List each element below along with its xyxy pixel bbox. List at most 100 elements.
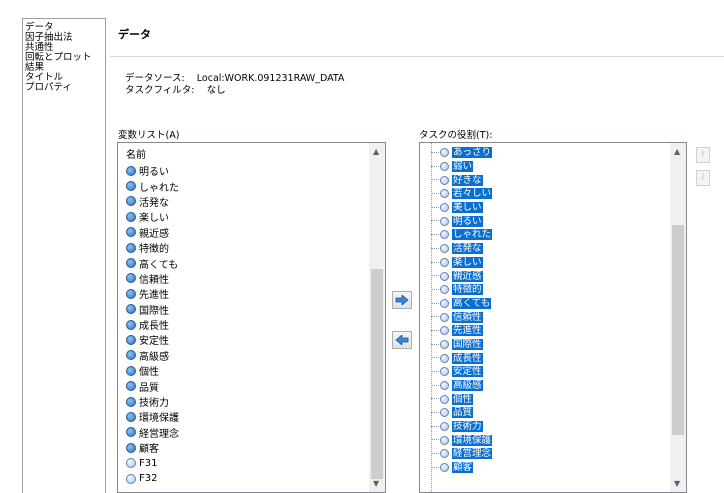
variable-item[interactable]: 活発な bbox=[118, 194, 385, 209]
variable-item[interactable]: 信頼性 bbox=[118, 271, 385, 286]
task-role-item[interactable]: 安定性 bbox=[420, 365, 686, 379]
task-role-item[interactable]: 明るい bbox=[420, 214, 686, 228]
task-roles-scroll-thumb[interactable] bbox=[672, 225, 684, 435]
scroll-down-icon[interactable]: ▼ bbox=[373, 479, 379, 488]
task-role-item[interactable]: 信頼性 bbox=[420, 310, 686, 324]
variable-item[interactable]: 明るい bbox=[118, 163, 385, 178]
task-role-name: 技術力 bbox=[452, 421, 483, 433]
task-role-item[interactable]: 若々しい bbox=[420, 187, 686, 201]
task-role-item[interactable]: 特徴的 bbox=[420, 283, 686, 297]
variable-name: F31 bbox=[139, 457, 158, 469]
task-role-name: 若々しい bbox=[452, 188, 493, 200]
task-filter-value: なし bbox=[206, 85, 226, 96]
character-variable-icon bbox=[126, 334, 136, 345]
task-role-item[interactable]: 成長性 bbox=[420, 351, 686, 365]
scroll-up-icon[interactable]: ▲ bbox=[674, 147, 680, 156]
task-role-item[interactable]: 経営理念 bbox=[420, 447, 686, 461]
task-role-name: 成長性 bbox=[452, 352, 483, 364]
variable-item[interactable]: 楽しい bbox=[118, 209, 385, 224]
task-roles-tree[interactable]: あっさり 弱い 好きな 若々しい 美しい 明るいしゃれた 活発な 楽しい 親近感 特徴的 高くても信… bbox=[419, 142, 687, 493]
variable-item[interactable]: 特徴的 bbox=[118, 240, 385, 255]
tree-branch bbox=[431, 261, 439, 263]
task-role-item[interactable]: 技術力 bbox=[420, 420, 686, 434]
variable-item[interactable]: 高級感 bbox=[118, 348, 385, 363]
task-role-item[interactable]: 楽しい bbox=[420, 256, 686, 270]
task-role-item[interactable]: しゃれた bbox=[420, 228, 686, 242]
task-role-item[interactable]: 親近感 bbox=[420, 269, 686, 283]
character-variable-icon bbox=[126, 319, 136, 330]
scroll-down-icon[interactable]: ▼ bbox=[674, 479, 680, 488]
variable-item[interactable]: 成長性 bbox=[118, 317, 385, 332]
variable-item[interactable]: 高くても bbox=[118, 255, 385, 271]
variable-icon bbox=[440, 353, 449, 363]
variable-item[interactable]: 親近感 bbox=[118, 225, 385, 240]
variable-icon bbox=[440, 175, 449, 185]
variable-item[interactable]: 個性 bbox=[118, 363, 385, 378]
task-role-name: 経営理念 bbox=[452, 448, 493, 460]
task-role-name: 高くても bbox=[452, 297, 492, 309]
variable-item[interactable]: 技術力 bbox=[118, 394, 385, 409]
move-down-button[interactable]: ⇩ bbox=[696, 170, 710, 186]
scroll-up-icon[interactable]: ▲ bbox=[373, 147, 379, 156]
variable-name: 個性 bbox=[139, 367, 159, 379]
task-role-item[interactable]: 活発な bbox=[420, 242, 686, 256]
task-role-item[interactable]: 国際性 bbox=[420, 338, 686, 352]
task-roles-scrollbar[interactable]: ▲ ▼ bbox=[670, 143, 686, 492]
variable-item[interactable]: しゃれた bbox=[118, 178, 385, 194]
left-arrow-icon bbox=[395, 335, 409, 345]
task-role-item[interactable]: 好きな bbox=[420, 173, 686, 187]
task-role-item[interactable]: 個性 bbox=[420, 392, 686, 406]
variable-list[interactable]: 名前 明るい しゃれた 活発な 楽しい 親近感 特徴的 高くても 信頼性 先進性 国際性 成長性 安定… bbox=[117, 142, 386, 493]
variable-item[interactable]: 安定性 bbox=[118, 332, 385, 347]
task-role-name: 楽しい bbox=[452, 256, 483, 268]
task-role-item[interactable]: 弱い bbox=[420, 160, 686, 174]
variable-item[interactable]: 経営理念 bbox=[118, 425, 385, 440]
task-role-item[interactable]: 環境保護 bbox=[420, 433, 686, 447]
variable-item[interactable]: 品質 bbox=[118, 378, 385, 394]
task-role-name: しゃれた bbox=[452, 229, 493, 241]
task-role-item[interactable]: あっさり bbox=[420, 146, 686, 160]
variable-item[interactable]: F32 bbox=[118, 471, 385, 486]
character-variable-icon bbox=[126, 196, 136, 207]
variable-item[interactable]: F31 bbox=[118, 455, 385, 470]
variable-icon bbox=[440, 189, 449, 199]
task-role-name: 環境保護 bbox=[452, 434, 493, 446]
tree-branch bbox=[431, 343, 439, 345]
task-role-item[interactable]: 美しい bbox=[420, 201, 686, 215]
variable-item[interactable]: 環境保護 bbox=[118, 409, 385, 424]
task-role-name: 個性 bbox=[452, 393, 474, 405]
task-role-item[interactable]: 高くても bbox=[420, 297, 686, 311]
task-role-item[interactable]: 高級感 bbox=[420, 379, 686, 393]
variable-name: 明るい bbox=[139, 167, 169, 179]
task-role-item[interactable]: 顧客 bbox=[420, 461, 686, 475]
tree-branch bbox=[431, 206, 439, 208]
character-variable-icon bbox=[126, 258, 136, 269]
variable-name: 環境保護 bbox=[139, 413, 179, 425]
task-role-name: 国際性 bbox=[452, 338, 483, 350]
character-variable-icon bbox=[126, 304, 136, 315]
task-role-name: 明るい bbox=[452, 215, 483, 227]
remove-from-roles-button[interactable] bbox=[392, 331, 412, 349]
task-role-item[interactable]: 先進性 bbox=[420, 324, 686, 338]
task-roles-label: タスクの役割(T): bbox=[419, 130, 493, 141]
variable-item[interactable]: 先進性 bbox=[118, 286, 385, 301]
variable-icon bbox=[440, 435, 449, 445]
add-to-roles-button[interactable] bbox=[392, 291, 412, 309]
variable-item[interactable]: 顧客 bbox=[118, 440, 385, 455]
tree-branch bbox=[431, 357, 439, 359]
numeric-variable-icon bbox=[126, 473, 136, 484]
character-variable-icon bbox=[126, 211, 136, 222]
variable-icon bbox=[440, 408, 449, 418]
variable-list-scroll-thumb[interactable] bbox=[371, 269, 383, 479]
variable-list-scrollbar[interactable]: ▲ ▼ bbox=[369, 143, 385, 492]
variable-name: 先進性 bbox=[139, 290, 169, 302]
character-variable-icon bbox=[126, 442, 136, 453]
move-up-button[interactable]: ⇧ bbox=[696, 147, 710, 163]
tree-branch bbox=[431, 152, 439, 153]
character-variable-icon bbox=[126, 181, 136, 192]
tree-branch bbox=[431, 425, 439, 427]
variable-icon bbox=[440, 271, 449, 281]
nav-item[interactable]: プロパティ bbox=[23, 83, 105, 93]
task-role-item[interactable]: 品質 bbox=[420, 406, 686, 420]
variable-item[interactable]: 国際性 bbox=[118, 302, 385, 317]
